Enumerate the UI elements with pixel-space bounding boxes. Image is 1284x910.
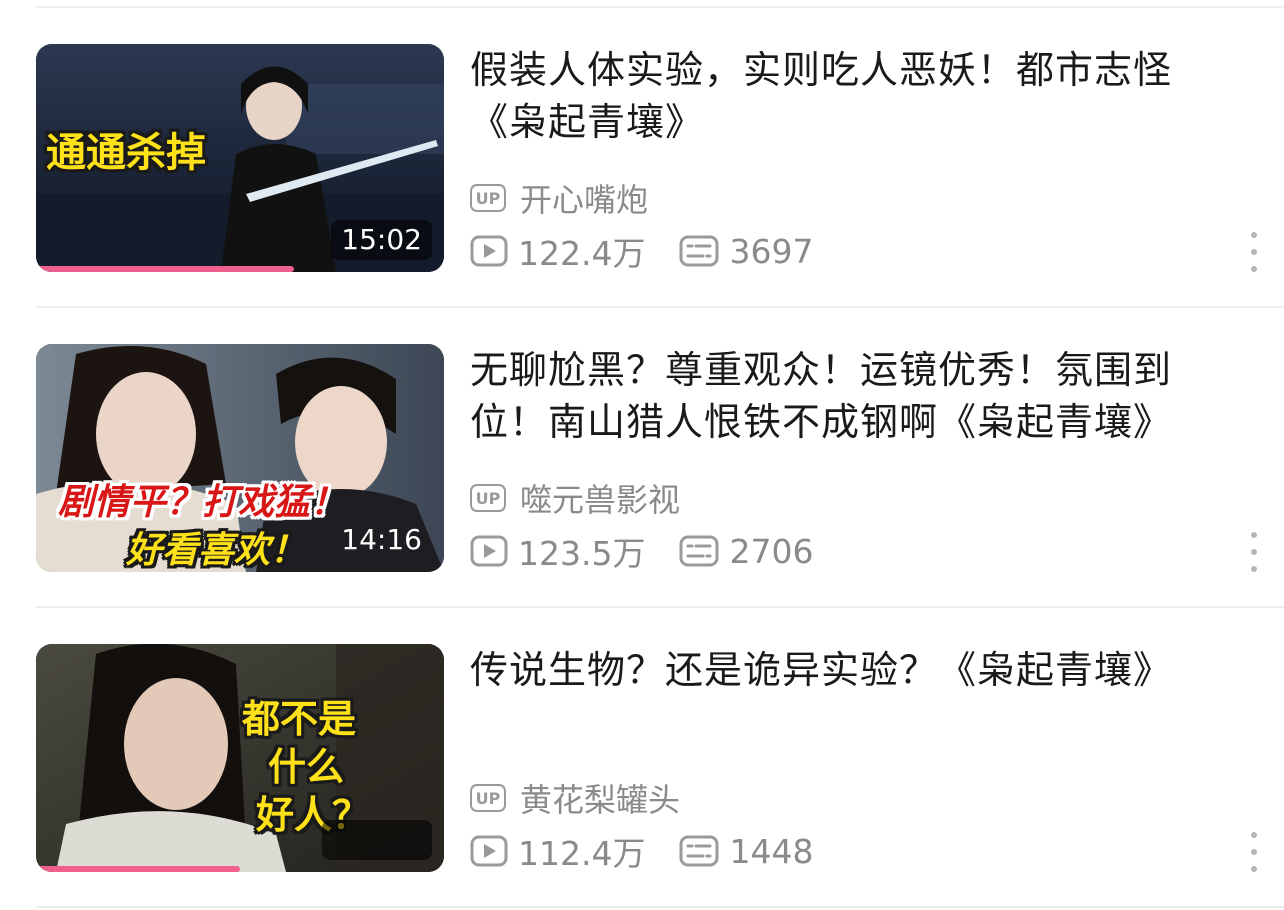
video-thumbnail[interactable]: 剧情平？打戏猛！ 好看喜欢！ 14:16: [36, 344, 444, 572]
danmaku-count: 3697: [679, 232, 813, 271]
video-title[interactable]: 无聊尬黑？尊重观众！运镜优秀！氛围到位！南山猎人恨铁不成钢啊《枭起青壤》: [470, 344, 1244, 448]
video-info: 传说生物？还是诡异实验？《枭起青壤》 UP 黄花梨罐头 112.4万 1448: [470, 644, 1257, 875]
uploader-name: 黄花梨罐头: [520, 781, 681, 819]
more-vertical-icon[interactable]: [1244, 232, 1264, 272]
uploader-badge-icon: UP: [470, 184, 506, 212]
divider: [36, 606, 1284, 608]
video-info: 假装人体实验，实则吃人恶妖！都市志怪《枭起青壤》 UP 开心嘴炮 122.4万: [470, 44, 1257, 275]
watch-progress-bar: [36, 266, 294, 272]
video-card[interactable]: 都不是 什么 好人？ 传说生物？还是诡异实验？《枭起青壤》 UP 黄花梨罐头 1…: [36, 644, 1284, 875]
play-count: 123.5万: [470, 527, 645, 575]
thumbnail-caption: 剧情平？打戏猛！: [58, 482, 347, 523]
video-title[interactable]: 假装人体实验，实则吃人恶妖！都市志怪《枭起青壤》: [470, 44, 1244, 148]
uploader-badge-icon: UP: [470, 484, 506, 512]
divider: [36, 306, 1284, 308]
play-count-value: 123.5万: [518, 534, 646, 573]
danmaku-count-value: 3697: [729, 231, 814, 271]
video-title[interactable]: 传说生物？还是诡异实验？《枭起青壤》: [470, 644, 1244, 696]
more-vertical-icon[interactable]: [1244, 832, 1264, 872]
duration-badge: 14:16: [341, 523, 422, 556]
play-count-value: 112.4万: [518, 834, 646, 873]
danmaku-count-value: 1448: [729, 831, 814, 871]
more-vertical-icon[interactable]: [1244, 532, 1264, 572]
watch-progress-bar: [36, 866, 240, 872]
play-count-value: 122.4万: [518, 234, 646, 273]
play-count: 112.4万: [470, 827, 645, 875]
video-card[interactable]: 通通杀掉 15:02 假装人体实验，实则吃人恶妖！都市志怪《枭起青壤》 UP 开…: [36, 44, 1284, 275]
thumbnail-caption: 什么: [268, 745, 345, 789]
danmaku-count-icon: [679, 535, 719, 567]
danmaku-count-icon: [679, 835, 719, 867]
uploader-badge-icon: UP: [470, 784, 506, 812]
stats-row: 123.5万 2706: [470, 527, 847, 575]
thumbnail-caption: 好看喜欢！: [126, 530, 307, 571]
video-card[interactable]: 剧情平？打戏猛！ 好看喜欢！ 14:16 无聊尬黑？尊重观众！运镜优秀！氛围到位…: [36, 344, 1284, 575]
danmaku-count: 1448: [679, 832, 813, 871]
duration-badge: 15:02: [331, 220, 432, 260]
duration-badge: [322, 820, 432, 860]
video-info: 无聊尬黑？尊重观众！运镜优秀！氛围到位！南山猎人恨铁不成钢啊《枭起青壤》 UP …: [470, 344, 1257, 575]
play-count: 122.4万: [470, 227, 645, 275]
uploader-name: 开心嘴炮: [520, 181, 649, 219]
video-thumbnail[interactable]: 都不是 什么 好人？: [36, 644, 444, 872]
play-count-icon: [470, 835, 508, 867]
uploader-row[interactable]: UP 噬元兽影视: [470, 478, 681, 519]
divider: [36, 6, 1284, 8]
uploader-row[interactable]: UP 开心嘴炮: [470, 178, 649, 219]
stats-row: 112.4万 1448: [470, 827, 847, 875]
thumbnail-caption: 都不是: [242, 697, 357, 741]
danmaku-count-value: 2706: [729, 531, 814, 571]
video-feed: 通通杀掉 15:02 假装人体实验，实则吃人恶妖！都市志怪《枭起青壤》 UP 开…: [0, 0, 1284, 910]
play-count-icon: [470, 535, 508, 567]
uploader-name: 噬元兽影视: [520, 481, 681, 519]
stats-row: 122.4万 3697: [470, 227, 847, 275]
uploader-row[interactable]: UP 黄花梨罐头: [470, 778, 681, 819]
thumbnail-caption: 通通杀掉: [46, 130, 206, 176]
danmaku-count: 2706: [679, 532, 813, 571]
video-thumbnail[interactable]: 通通杀掉 15:02: [36, 44, 444, 272]
danmaku-count-icon: [679, 235, 719, 267]
play-count-icon: [470, 235, 508, 267]
divider: [36, 906, 1284, 908]
